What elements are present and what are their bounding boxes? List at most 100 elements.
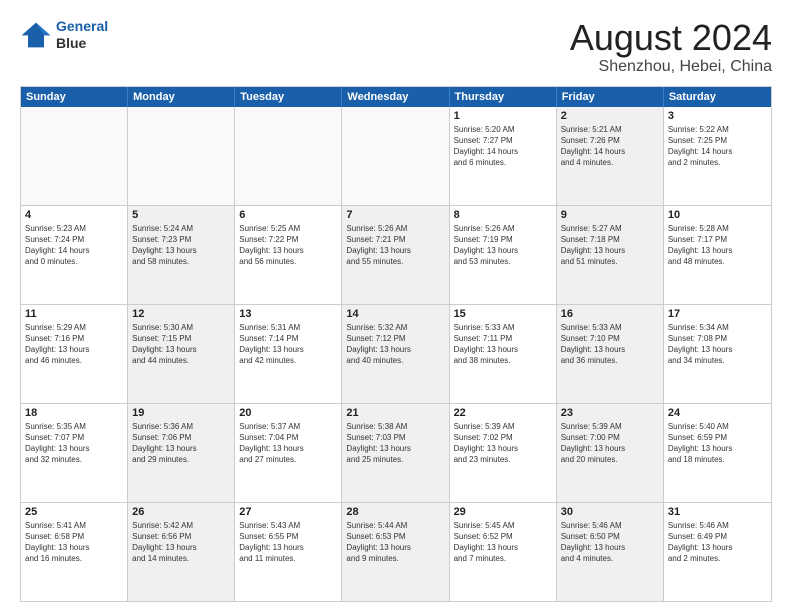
day-number: 17 bbox=[668, 308, 767, 320]
cell-details: Sunrise: 5:39 AM Sunset: 7:02 PM Dayligh… bbox=[454, 421, 552, 466]
cell-details: Sunrise: 5:22 AM Sunset: 7:25 PM Dayligh… bbox=[668, 124, 767, 169]
cell-details: Sunrise: 5:33 AM Sunset: 7:10 PM Dayligh… bbox=[561, 322, 659, 367]
day-number: 6 bbox=[239, 209, 337, 221]
calendar-cell-31: 31 Sunrise: 5:46 AM Sunset: 6:49 PM Dayli… bbox=[664, 503, 771, 601]
header: General Blue August 2024 Shenzhou, Hebei… bbox=[20, 18, 772, 76]
day-number: 4 bbox=[25, 209, 123, 221]
cell-details: Sunrise: 5:44 AM Sunset: 6:53 PM Dayligh… bbox=[346, 520, 444, 565]
cell-details: Sunrise: 5:45 AM Sunset: 6:52 PM Dayligh… bbox=[454, 520, 552, 565]
calendar-cell-26: 26 Sunrise: 5:42 AM Sunset: 6:56 PM Dayli… bbox=[128, 503, 235, 601]
logo-text: General Blue bbox=[56, 18, 108, 52]
subtitle: Shenzhou, Hebei, China bbox=[570, 58, 772, 76]
day-number: 12 bbox=[132, 308, 230, 320]
cell-details: Sunrise: 5:34 AM Sunset: 7:08 PM Dayligh… bbox=[668, 322, 767, 367]
day-number: 18 bbox=[25, 407, 123, 419]
day-number: 13 bbox=[239, 308, 337, 320]
calendar-cell-empty bbox=[128, 107, 235, 205]
calendar-cell-20: 20Sunrise: 5:37 AM Sunset: 7:04 PM Dayli… bbox=[235, 404, 342, 502]
calendar-cell-8: 8Sunrise: 5:26 AM Sunset: 7:19 PM Daylig… bbox=[450, 206, 557, 304]
calendar-cell-10: 10Sunrise: 5:28 AM Sunset: 7:17 PM Dayli… bbox=[664, 206, 771, 304]
logo-icon bbox=[20, 21, 52, 49]
day-number: 21 bbox=[346, 407, 444, 419]
calendar-week-4: 18 Sunrise: 5:35 AM Sunset: 7:07 PM Dayli… bbox=[21, 404, 771, 503]
calendar-cell-6: 6 Sunrise: 5:25 AM Sunset: 7:22 PM Daylig… bbox=[235, 206, 342, 304]
weekday-header-thursday: Thursday bbox=[450, 87, 557, 107]
day-number: 7 bbox=[346, 209, 444, 221]
weekday-header-friday: Friday bbox=[557, 87, 664, 107]
calendar-week-5: 25Sunrise: 5:41 AM Sunset: 6:58 PM Dayli… bbox=[21, 503, 771, 601]
calendar-week-3: 11 Sunrise: 5:29 AM Sunset: 7:16 PM Dayli… bbox=[21, 305, 771, 404]
calendar-cell-14: 14 Sunrise: 5:32 AM Sunset: 7:12 PM Dayli… bbox=[342, 305, 449, 403]
calendar-cell-17: 17 Sunrise: 5:34 AM Sunset: 7:08 PM Dayli… bbox=[664, 305, 771, 403]
day-number: 14 bbox=[346, 308, 444, 320]
day-number: 8 bbox=[454, 209, 552, 221]
day-number: 16 bbox=[561, 308, 659, 320]
day-number: 31 bbox=[668, 506, 767, 518]
cell-details: Sunrise: 5:41 AM Sunset: 6:58 PM Dayligh… bbox=[25, 520, 123, 565]
day-number: 2 bbox=[561, 110, 659, 122]
cell-details: Sunrise: 5:31 AM Sunset: 7:14 PM Dayligh… bbox=[239, 322, 337, 367]
calendar-week-2: 4 Sunrise: 5:23 AM Sunset: 7:24 PM Daylig… bbox=[21, 206, 771, 305]
day-number: 1 bbox=[454, 110, 552, 122]
calendar-cell-12: 12 Sunrise: 5:30 AM Sunset: 7:15 PM Dayli… bbox=[128, 305, 235, 403]
cell-details: Sunrise: 5:26 AM Sunset: 7:21 PM Dayligh… bbox=[346, 223, 444, 268]
cell-details: Sunrise: 5:29 AM Sunset: 7:16 PM Dayligh… bbox=[25, 322, 123, 367]
cell-details: Sunrise: 5:42 AM Sunset: 6:56 PM Dayligh… bbox=[132, 520, 230, 565]
day-number: 24 bbox=[668, 407, 767, 419]
day-number: 20 bbox=[239, 407, 337, 419]
cell-details: Sunrise: 5:46 AM Sunset: 6:50 PM Dayligh… bbox=[561, 520, 659, 565]
calendar-cell-empty bbox=[235, 107, 342, 205]
day-number: 15 bbox=[454, 308, 552, 320]
calendar-cell-22: 22 Sunrise: 5:39 AM Sunset: 7:02 PM Dayli… bbox=[450, 404, 557, 502]
day-number: 22 bbox=[454, 407, 552, 419]
cell-details: Sunrise: 5:35 AM Sunset: 7:07 PM Dayligh… bbox=[25, 421, 123, 466]
cell-details: Sunrise: 5:23 AM Sunset: 7:24 PM Dayligh… bbox=[25, 223, 123, 268]
cell-details: Sunrise: 5:21 AM Sunset: 7:26 PM Dayligh… bbox=[561, 124, 659, 169]
cell-details: Sunrise: 5:43 AM Sunset: 6:55 PM Dayligh… bbox=[239, 520, 337, 565]
day-number: 3 bbox=[668, 110, 767, 122]
calendar-header: SundayMondayTuesdayWednesdayThursdayFrid… bbox=[21, 87, 771, 107]
calendar-cell-7: 7 Sunrise: 5:26 AM Sunset: 7:21 PM Daylig… bbox=[342, 206, 449, 304]
calendar-cell-29: 29Sunrise: 5:45 AM Sunset: 6:52 PM Dayli… bbox=[450, 503, 557, 601]
cell-details: Sunrise: 5:40 AM Sunset: 6:59 PM Dayligh… bbox=[668, 421, 767, 466]
cell-details: Sunrise: 5:32 AM Sunset: 7:12 PM Dayligh… bbox=[346, 322, 444, 367]
calendar-cell-16: 16 Sunrise: 5:33 AM Sunset: 7:10 PM Dayli… bbox=[557, 305, 664, 403]
page: General Blue August 2024 Shenzhou, Hebei… bbox=[0, 0, 792, 612]
day-number: 26 bbox=[132, 506, 230, 518]
calendar-cell-24: 24 Sunrise: 5:40 AM Sunset: 6:59 PM Dayli… bbox=[664, 404, 771, 502]
day-number: 5 bbox=[132, 209, 230, 221]
cell-details: Sunrise: 5:36 AM Sunset: 7:06 PM Dayligh… bbox=[132, 421, 230, 466]
weekday-header-monday: Monday bbox=[128, 87, 235, 107]
weekday-header-wednesday: Wednesday bbox=[342, 87, 449, 107]
weekday-header-tuesday: Tuesday bbox=[235, 87, 342, 107]
day-number: 27 bbox=[239, 506, 337, 518]
calendar-cell-2: 2 Sunrise: 5:21 AM Sunset: 7:26 PM Daylig… bbox=[557, 107, 664, 205]
calendar-cell-1: 1Sunrise: 5:20 AM Sunset: 7:27 PM Daylig… bbox=[450, 107, 557, 205]
calendar-cell-30: 30Sunrise: 5:46 AM Sunset: 6:50 PM Dayli… bbox=[557, 503, 664, 601]
calendar-cell-18: 18 Sunrise: 5:35 AM Sunset: 7:07 PM Dayli… bbox=[21, 404, 128, 502]
weekday-header-sunday: Sunday bbox=[21, 87, 128, 107]
cell-details: Sunrise: 5:25 AM Sunset: 7:22 PM Dayligh… bbox=[239, 223, 337, 268]
calendar-cell-9: 9 Sunrise: 5:27 AM Sunset: 7:18 PM Daylig… bbox=[557, 206, 664, 304]
calendar: SundayMondayTuesdayWednesdayThursdayFrid… bbox=[20, 86, 772, 602]
cell-details: Sunrise: 5:27 AM Sunset: 7:18 PM Dayligh… bbox=[561, 223, 659, 268]
day-number: 23 bbox=[561, 407, 659, 419]
calendar-cell-3: 3 Sunrise: 5:22 AM Sunset: 7:25 PM Daylig… bbox=[664, 107, 771, 205]
cell-details: Sunrise: 5:30 AM Sunset: 7:15 PM Dayligh… bbox=[132, 322, 230, 367]
calendar-cell-empty bbox=[21, 107, 128, 205]
weekday-header-saturday: Saturday bbox=[664, 87, 771, 107]
cell-details: Sunrise: 5:24 AM Sunset: 7:23 PM Dayligh… bbox=[132, 223, 230, 268]
calendar-cell-25: 25Sunrise: 5:41 AM Sunset: 6:58 PM Dayli… bbox=[21, 503, 128, 601]
cell-details: Sunrise: 5:38 AM Sunset: 7:03 PM Dayligh… bbox=[346, 421, 444, 466]
cell-details: Sunrise: 5:46 AM Sunset: 6:49 PM Dayligh… bbox=[668, 520, 767, 565]
logo: General Blue bbox=[20, 18, 108, 52]
calendar-cell-4: 4 Sunrise: 5:23 AM Sunset: 7:24 PM Daylig… bbox=[21, 206, 128, 304]
calendar-cell-21: 21 Sunrise: 5:38 AM Sunset: 7:03 PM Dayli… bbox=[342, 404, 449, 502]
calendar-cell-5: 5 Sunrise: 5:24 AM Sunset: 7:23 PM Daylig… bbox=[128, 206, 235, 304]
day-number: 9 bbox=[561, 209, 659, 221]
calendar-week-1: 1Sunrise: 5:20 AM Sunset: 7:27 PM Daylig… bbox=[21, 107, 771, 206]
cell-details: Sunrise: 5:28 AM Sunset: 7:17 PM Dayligh… bbox=[668, 223, 767, 268]
cell-details: Sunrise: 5:33 AM Sunset: 7:11 PM Dayligh… bbox=[454, 322, 552, 367]
calendar-cell-13: 13 Sunrise: 5:31 AM Sunset: 7:14 PM Dayli… bbox=[235, 305, 342, 403]
day-number: 11 bbox=[25, 308, 123, 320]
